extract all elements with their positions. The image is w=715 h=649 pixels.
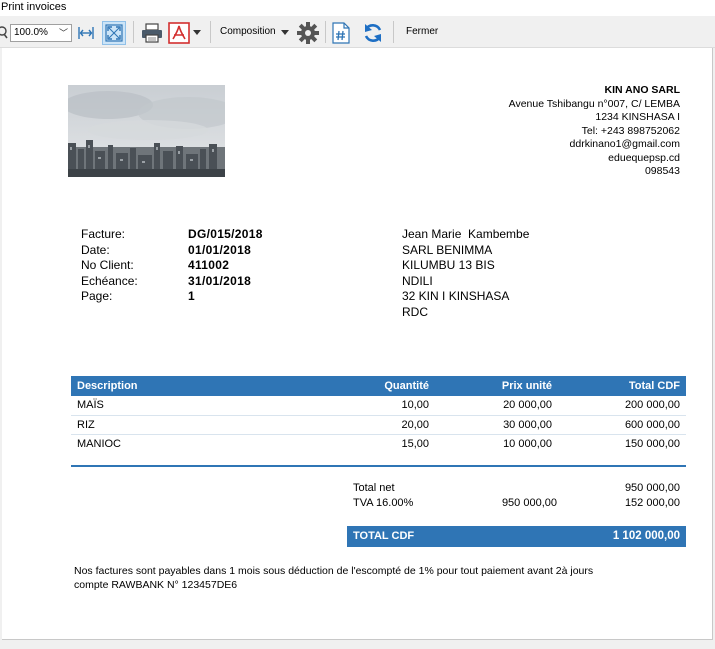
toolbar-separator bbox=[393, 21, 394, 43]
toolbar-separator bbox=[325, 21, 326, 43]
search-icon[interactable] bbox=[0, 23, 8, 43]
toolbar-separator bbox=[210, 21, 211, 43]
refresh-icon[interactable] bbox=[360, 21, 386, 45]
company-photo bbox=[68, 85, 225, 177]
total-net-label: Total net bbox=[353, 482, 395, 494]
invoice-number: DG/015/2018 bbox=[188, 227, 263, 241]
client-company: SARL BENIMMA bbox=[402, 242, 493, 257]
item-quantity: 10,00 bbox=[325, 396, 435, 416]
toolbar-separator bbox=[133, 21, 134, 43]
company-email: ddrkinano1@gmail.com bbox=[569, 138, 680, 150]
grand-total-bar: TOTAL CDF 1 102 000,00 bbox=[347, 526, 686, 547]
client-street: KILUMBU 13 BIS bbox=[402, 258, 495, 273]
tva-row: TVA 16.00% 950 000,00 152 000,00 bbox=[347, 497, 686, 512]
column-header-description: Description bbox=[71, 376, 325, 396]
client-name: Jean Marie Kambembe bbox=[402, 227, 530, 241]
grand-total-label: TOTAL CDF bbox=[353, 530, 415, 542]
payment-terms: Nos factures sont payables dans 1 mois s… bbox=[74, 564, 593, 592]
zoom-value: 100.0% bbox=[14, 27, 48, 38]
item-total: 200 000,00 bbox=[558, 396, 686, 416]
item-total: 600 000,00 bbox=[558, 415, 686, 435]
company-block: KIN ANO SARL Avenue Tshibangu n°007, C/ … bbox=[509, 84, 680, 179]
invoice-date: 01/01/2018 bbox=[188, 242, 252, 257]
composition-dropdown-icon[interactable] bbox=[280, 26, 290, 40]
due-date-label: Echéance: bbox=[81, 273, 138, 288]
client-no-label: No Client: bbox=[81, 258, 134, 273]
close-button[interactable]: Fermer bbox=[406, 26, 438, 37]
fit-width-icon[interactable] bbox=[75, 22, 97, 44]
item-description: MANIOC bbox=[77, 437, 121, 450]
column-header-quantity: Quantité bbox=[325, 376, 435, 396]
close-label: Fermer bbox=[406, 26, 439, 37]
total-net-row: Total net 950 000,00 bbox=[347, 482, 686, 497]
table-bottom-rule bbox=[71, 465, 686, 467]
item-unit-price: 30 000,00 bbox=[435, 415, 558, 435]
tva-label: TVA 16.00% bbox=[353, 497, 414, 509]
totals-block: Total net 950 000,00 TVA 16.00% 950 000,… bbox=[347, 482, 686, 512]
document-preview-area[interactable]: KIN ANO SARL Avenue Tshibangu n°007, C/ … bbox=[0, 48, 715, 649]
company-code: 098543 bbox=[644, 165, 680, 177]
table-row: RIZ 20,00 30 000,00 600 000,00 bbox=[71, 415, 686, 435]
payment-terms-line: Nos factures sont payables dans 1 mois s… bbox=[74, 565, 594, 577]
table-row: MAÏS 10,00 20 000,00 200 000,00 bbox=[71, 396, 686, 416]
page-label: Page: bbox=[81, 289, 113, 304]
pdf-icon[interactable] bbox=[167, 21, 191, 45]
item-description: MAÏS bbox=[71, 396, 325, 416]
chevron-down-icon: ﹀ bbox=[58, 28, 68, 38]
dropdown-arrow-icon[interactable] bbox=[192, 26, 202, 40]
window-title: Print invoices bbox=[0, 0, 715, 16]
client-city: 32 KIN I KINSHASA bbox=[402, 289, 510, 304]
column-header-unit-price: Prix unité bbox=[435, 376, 558, 396]
composition-button[interactable]: Composition bbox=[220, 26, 276, 37]
item-description: RIZ bbox=[71, 415, 325, 435]
printer-icon[interactable] bbox=[139, 21, 165, 45]
composition-label: Composition bbox=[220, 26, 276, 37]
bank-account-line: compte RAWBANK N° 123457DE6 bbox=[74, 579, 238, 591]
hash-document-icon[interactable] bbox=[330, 21, 352, 45]
item-unit-price: 20 000,00 bbox=[435, 396, 558, 416]
item-total: 150 000,00 bbox=[624, 437, 680, 450]
company-city: 1234 KINSHASA I bbox=[595, 111, 680, 123]
tva-base: 950 000,00 bbox=[501, 497, 557, 509]
invoice-date-label: Date: bbox=[81, 242, 110, 257]
fit-page-icon[interactable] bbox=[102, 21, 126, 45]
zoom-select[interactable]: 100.0% ﹀ bbox=[10, 24, 72, 42]
table-row: MANIOC 15,00 10 000,00 150 000,00 bbox=[71, 434, 686, 453]
tva-value: 152 000,00 bbox=[624, 497, 680, 509]
invoice-meta: Facture: DG/015/2018 Date: 01/01/2018 No C… bbox=[81, 227, 263, 305]
toolbar: 100.0% ﹀ Composition Fermer bbox=[0, 16, 715, 48]
client-country: RDC bbox=[402, 304, 428, 319]
item-quantity: 15,00 bbox=[401, 437, 429, 450]
grand-total-value: 1 102 000,00 bbox=[612, 530, 680, 542]
client-no: 411002 bbox=[188, 258, 230, 273]
gear-icon[interactable] bbox=[296, 21, 320, 45]
item-unit-price: 10 000,00 bbox=[503, 437, 552, 450]
company-address: Avenue Tshibangu n°007, C/ LEMBA bbox=[508, 97, 680, 110]
client-district: NDILI bbox=[402, 273, 433, 288]
company-web: eduequepsp.cd bbox=[608, 151, 680, 164]
items-table: Description Quantité Prix unité Total CD… bbox=[71, 376, 686, 453]
invoice-number-label: Facture: bbox=[81, 227, 126, 241]
company-tel: Tel: +243 898752062 bbox=[581, 124, 680, 137]
table-header-row: Description Quantité Prix unité Total CD… bbox=[71, 376, 686, 396]
company-name: KIN ANO SARL bbox=[604, 84, 680, 96]
page-number: 1 bbox=[188, 289, 195, 304]
client-address-block: Jean Marie Kambembe SARL BENIMMA KILUMBU… bbox=[402, 227, 529, 321]
column-header-total: Total CDF bbox=[558, 376, 686, 396]
item-quantity: 20,00 bbox=[325, 415, 435, 435]
total-net-value: 950 000,00 bbox=[624, 482, 680, 494]
due-date: 31/01/2018 bbox=[188, 273, 252, 288]
invoice-page: KIN ANO SARL Avenue Tshibangu n°007, C/ … bbox=[2, 48, 713, 640]
